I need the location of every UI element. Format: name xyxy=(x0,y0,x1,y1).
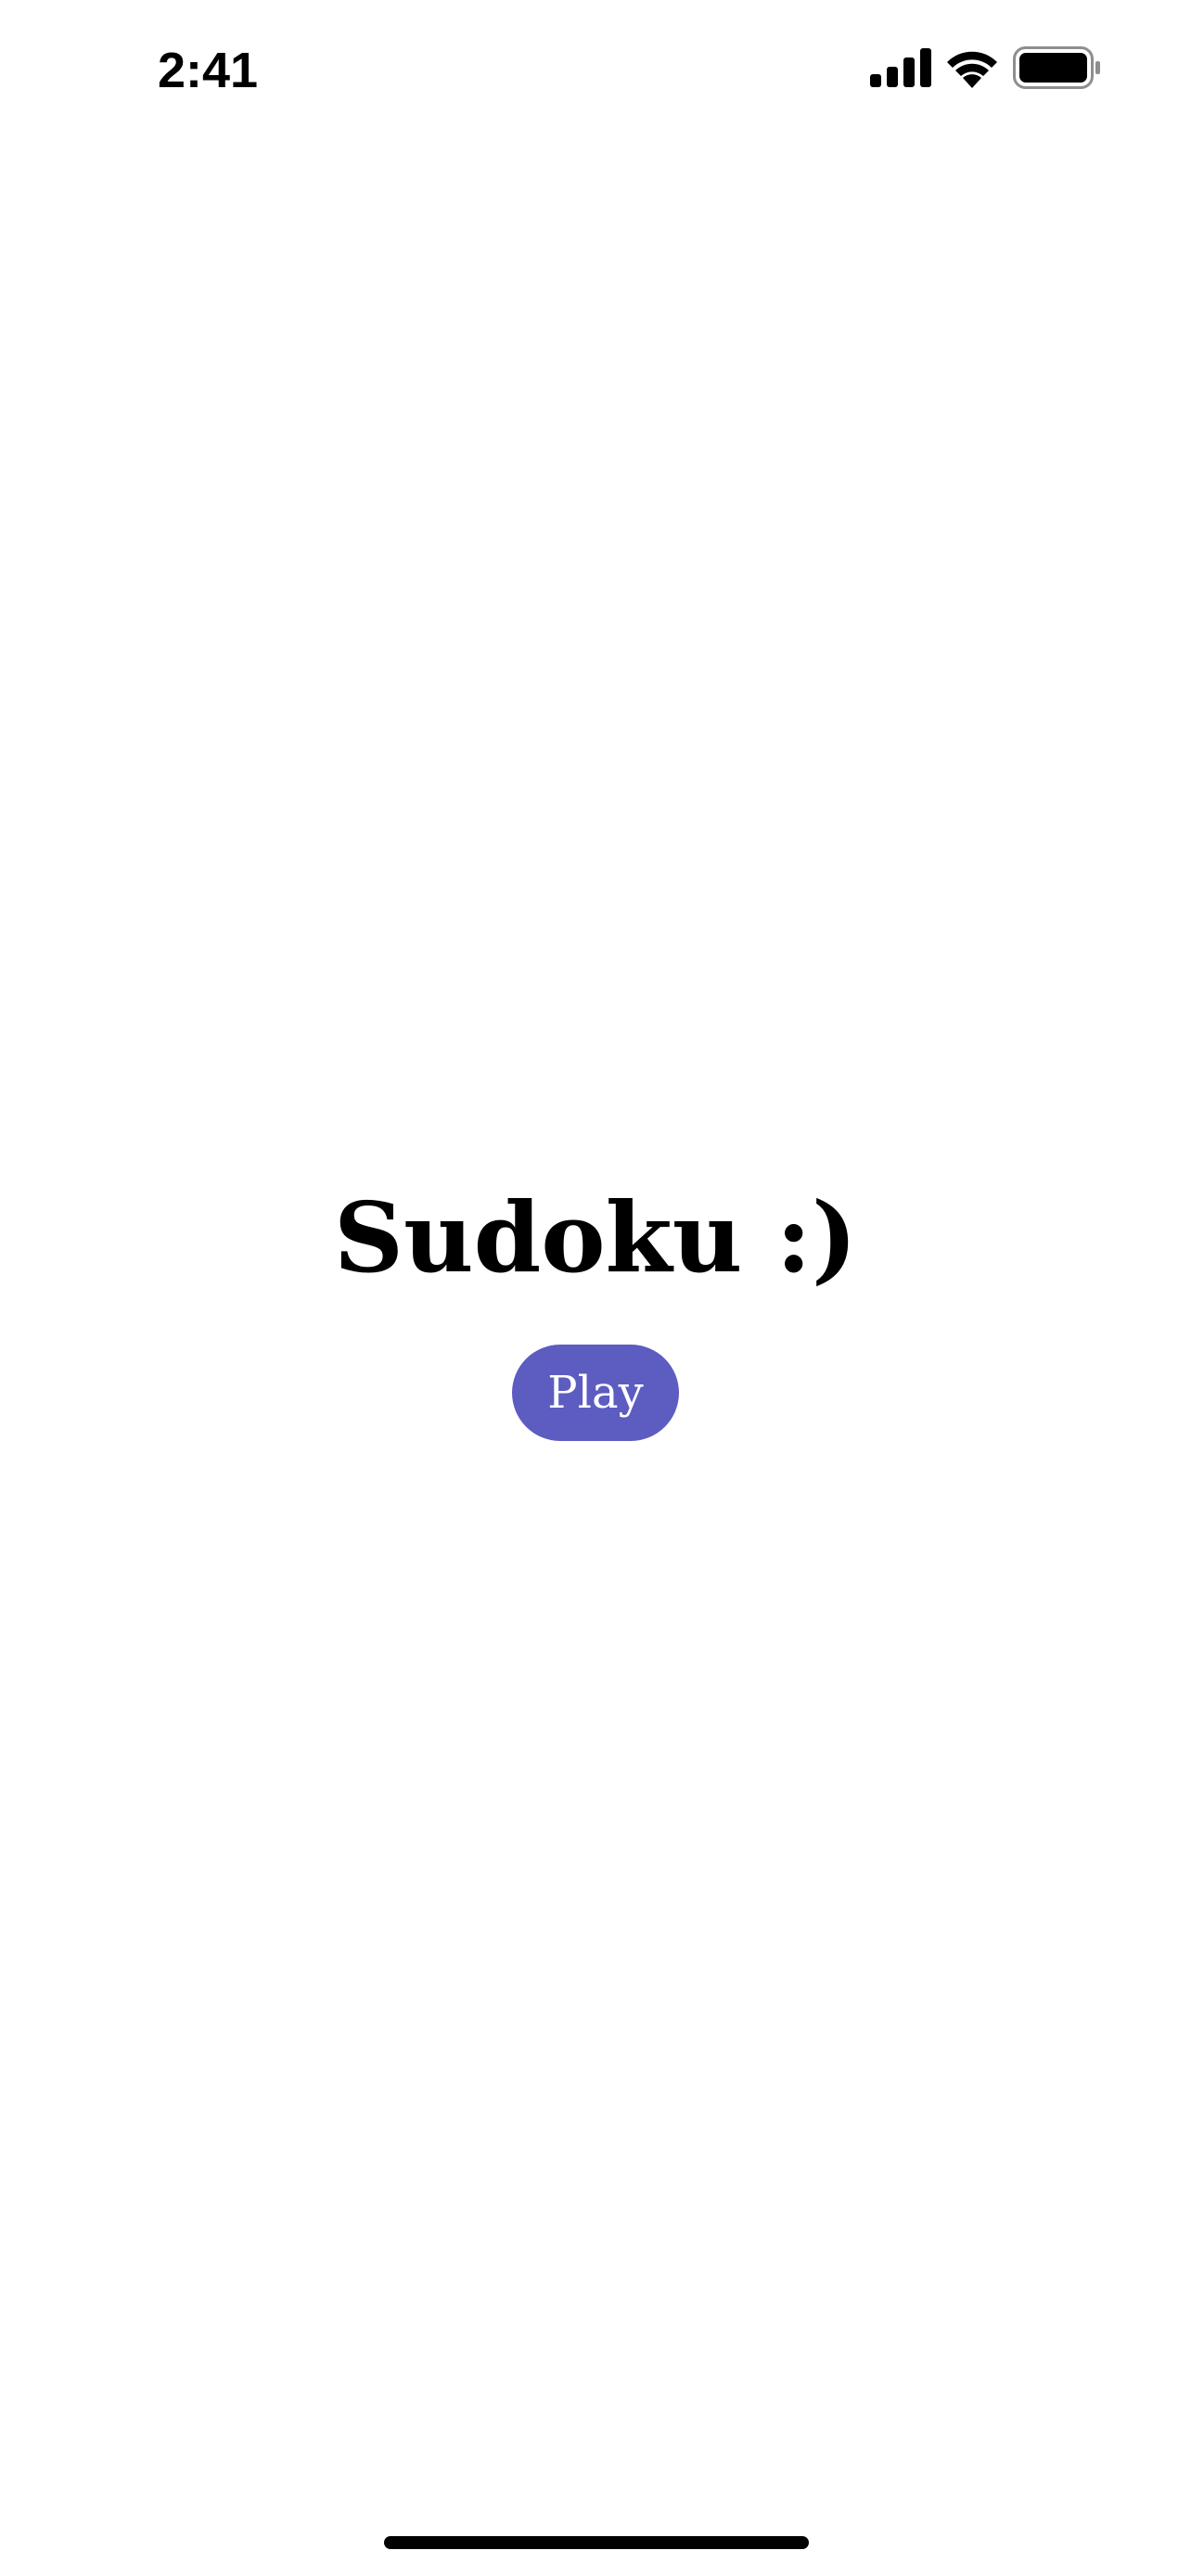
wifi-icon xyxy=(944,47,1000,93)
home-indicator[interactable] xyxy=(384,2536,809,2549)
status-bar: 2:41 xyxy=(0,0,1191,139)
page-title: Sudoku :) xyxy=(333,1180,858,1294)
battery-icon xyxy=(1013,45,1102,94)
status-time: 2:41 xyxy=(158,43,259,98)
status-icons xyxy=(870,45,1102,94)
play-button[interactable]: Play xyxy=(512,1345,679,1441)
main-content: Sudoku :) Play xyxy=(0,1178,1191,1441)
cellular-signal-icon xyxy=(870,47,931,92)
